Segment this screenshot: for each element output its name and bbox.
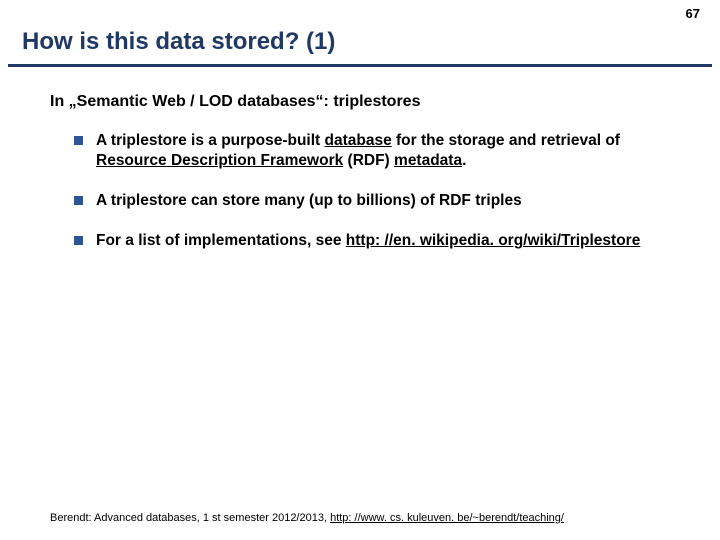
footer: Berendt: Advanced databases, 1 st semest… <box>50 512 564 524</box>
bullet-item: A triplestore can store many (up to bill… <box>74 191 690 211</box>
link-text: database <box>325 132 392 149</box>
link-text: Resource Description Framework <box>96 152 343 169</box>
slide: 67 How is this data stored? (1) In „Sema… <box>0 0 720 540</box>
text-run: A triplestore is a purpose-built <box>96 132 325 149</box>
text-run: For a list of implementations, see <box>96 232 346 249</box>
text-run: . <box>462 152 466 169</box>
link-text: metadata <box>394 152 462 169</box>
bullet-list: A triplestore is a purpose-built databas… <box>50 131 690 252</box>
text-run: A triplestore can store many (up to bill… <box>96 192 522 209</box>
link-text: http: //en. wikipedia. org/wiki/Triplest… <box>346 232 641 249</box>
footer-text: Berendt: Advanced databases, 1 st semest… <box>50 512 330 524</box>
bullet-item: A triplestore is a purpose-built databas… <box>74 131 690 171</box>
content-area: In „Semantic Web / LOD databases“: tripl… <box>0 67 720 252</box>
lead-text: In „Semantic Web / LOD databases“: tripl… <box>50 93 690 111</box>
slide-title: How is this data stored? (1) <box>0 0 720 64</box>
text-run: (RDF) <box>343 152 394 169</box>
page-number: 67 <box>686 6 700 21</box>
footer-link[interactable]: http: //www. cs. kuleuven. be/~berendt/t… <box>330 512 564 524</box>
bullet-item: For a list of implementations, see http:… <box>74 231 690 251</box>
text-run: for the storage and retrieval of <box>392 132 620 149</box>
